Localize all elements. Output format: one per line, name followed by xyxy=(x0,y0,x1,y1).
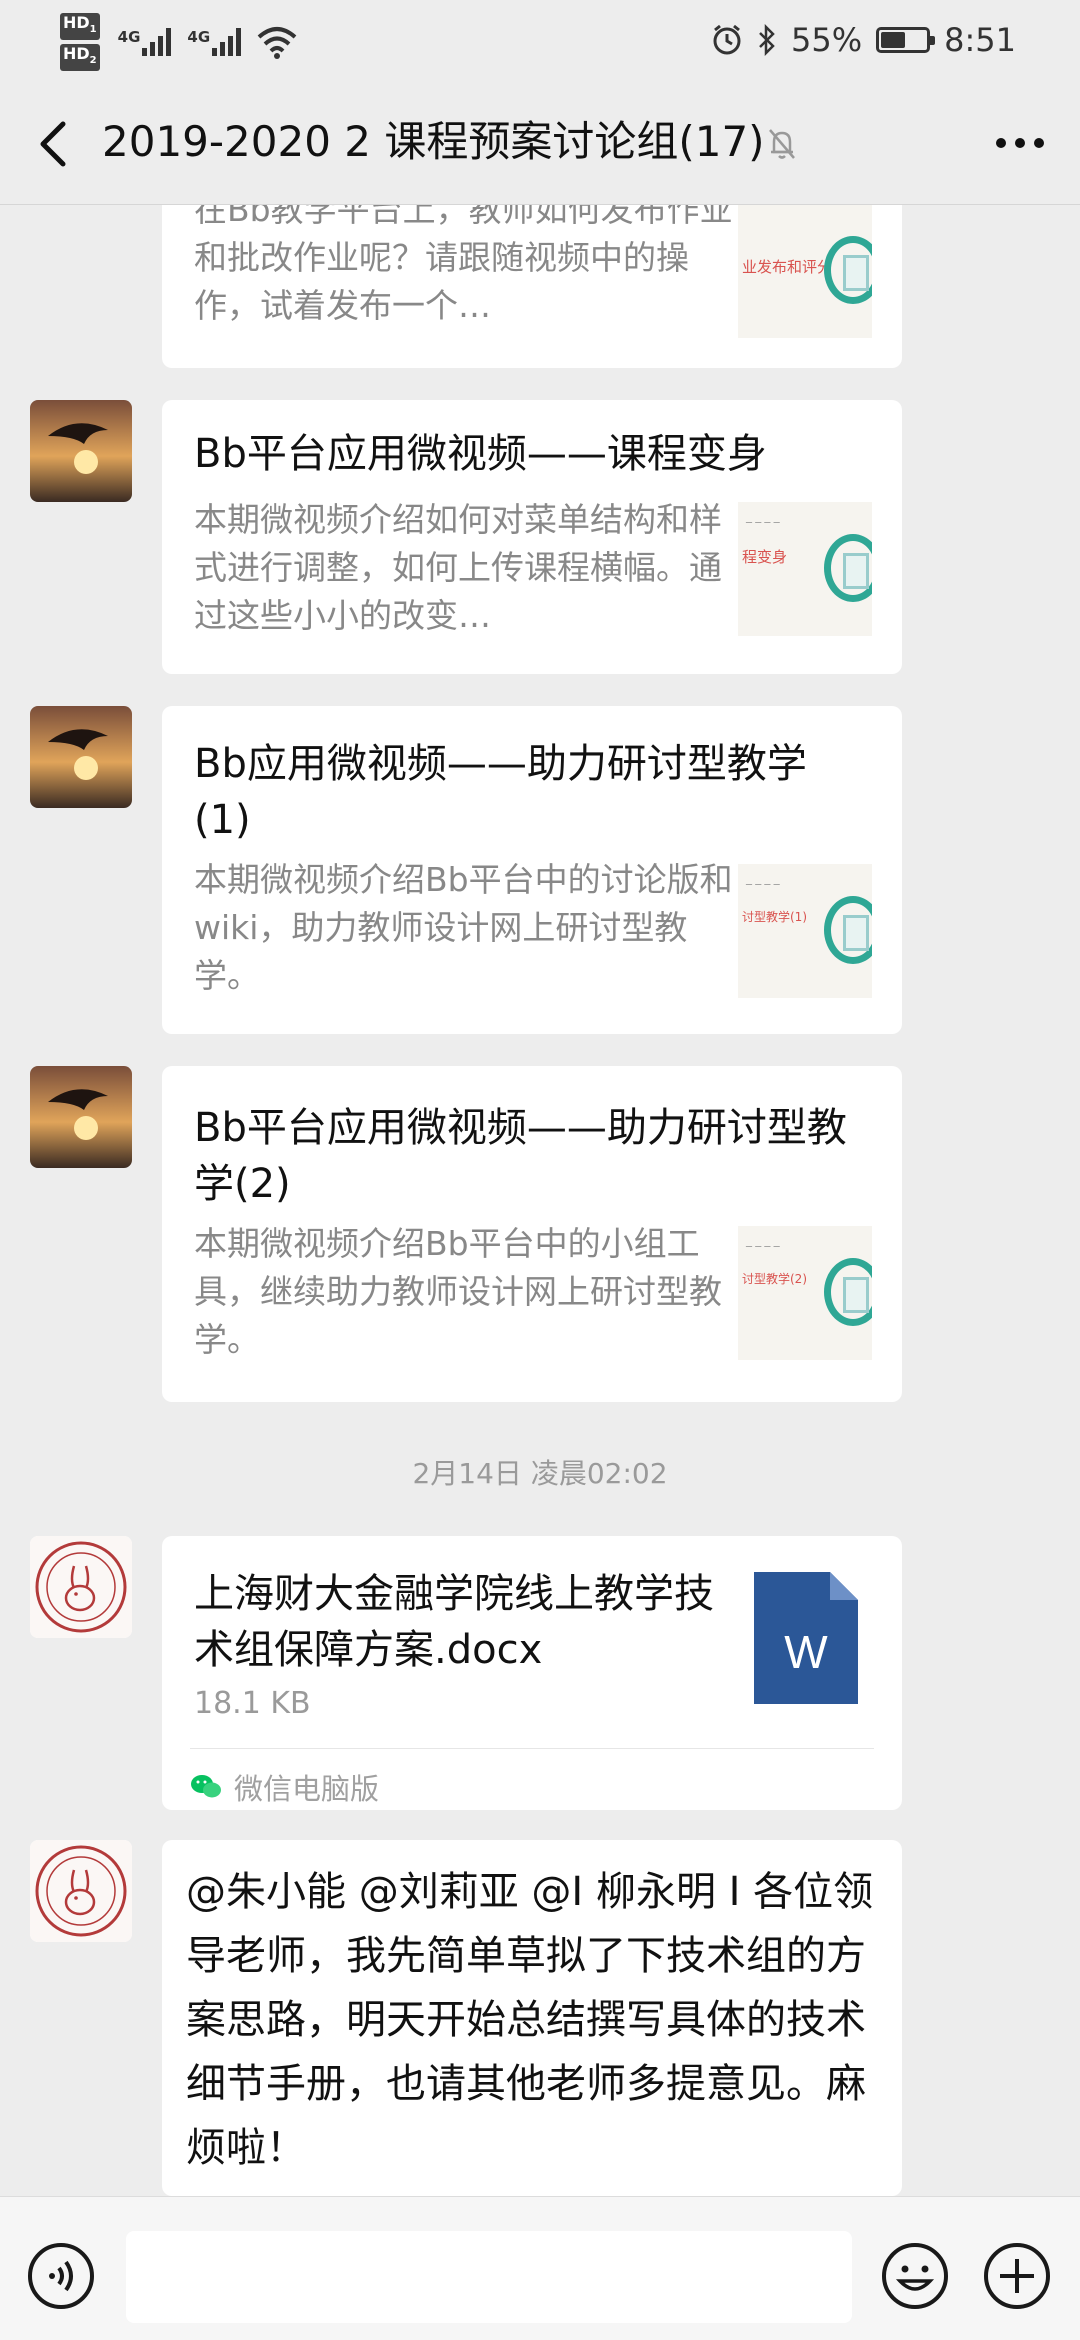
message-text: @朱小能 @刘莉亚 @I 柳永明 I 各位领导老师，我先简单草拟了下技术组的方案… xyxy=(186,1869,874,2171)
link-card-message[interactable]: Bb平台应用微视频——助力研讨型教学(2) 本期微视频介绍Bb平台中的小组工具，… xyxy=(162,1066,902,1402)
battery-icon xyxy=(876,27,936,53)
link-card-title: Bb应用微视频——助力研讨型教学(1) xyxy=(194,741,807,843)
avatar[interactable] xyxy=(30,400,132,502)
link-card-thumbnail: 业发布和评分 xyxy=(738,204,872,338)
wechat-icon xyxy=(191,1775,221,1798)
more-button[interactable] xyxy=(990,118,1050,168)
avatar[interactable] xyxy=(30,1840,132,1942)
file-source: 微信电脑版 xyxy=(190,1762,379,1812)
bell-off-icon xyxy=(769,129,795,159)
alarm-icon xyxy=(713,24,741,55)
link-card-thumbnail: ─ ─ ─ ─ 讨型教学(2) xyxy=(738,1226,872,1360)
link-card-description: 本期微视频介绍Bb平台中的小组工具，继续助力教师设计网上研讨型教学。 xyxy=(194,1224,722,1359)
file-message[interactable]: 上海财大金融学院线上教学技术组保障方案.docx 18.1 KB W 微信电脑版 xyxy=(162,1536,902,1810)
divider xyxy=(190,1748,874,1749)
link-card-description: 本期微视频介绍如何对菜单结构和样式进行调整，如何上传课程横幅。通过这些小小的改变… xyxy=(194,500,722,635)
voice-icon[interactable] xyxy=(26,2241,96,2311)
hd-badge-1: HD1 xyxy=(60,12,100,40)
link-card-thumbnail: ─ ─ ─ ─ 程变身 xyxy=(738,502,872,636)
word-file-icon: W xyxy=(754,1572,858,1704)
avatar[interactable] xyxy=(30,1066,132,1168)
word-icon-letter: W xyxy=(784,1626,828,1678)
chat-title: 2019-2020 2 课程预案讨论组(17) xyxy=(102,117,765,166)
link-card-thumbnail: ─ ─ ─ ─ 讨型教学(1) xyxy=(738,864,872,998)
chat-header: 2019-2020 2 课程预案讨论组(17) xyxy=(0,80,1080,205)
emoji-icon[interactable] xyxy=(880,2241,950,2311)
file-size: 18.1 KB xyxy=(194,1686,311,1721)
bluetooth-icon xyxy=(759,24,775,56)
battery-percent: 55% xyxy=(791,21,863,59)
clock: 8:51 xyxy=(944,21,1016,59)
avatar[interactable] xyxy=(30,706,132,808)
more-dots-icon xyxy=(996,138,1044,148)
file-source-label: 微信电脑版 xyxy=(234,1772,380,1806)
hd-badge-2: HD2 xyxy=(60,44,100,72)
message-input[interactable] xyxy=(126,2231,852,2323)
wifi-icon xyxy=(257,27,297,59)
message-timestamp: 2月14日 凌晨02:02 xyxy=(412,1457,668,1490)
link-card-message[interactable]: Bb平台应用微视频——课程变身 本期微视频介绍如何对菜单结构和样式进行调整，如何… xyxy=(162,400,902,674)
avatar[interactable] xyxy=(30,1536,132,1638)
file-name: 上海财大金融学院线上教学技术组保障方案.docx xyxy=(194,1571,714,1673)
signal-icon-1: 4G xyxy=(118,28,172,56)
link-card-description: 在Bb教学平台上，教师如何发布作业和批改作业呢？请跟随视频中的操作，试着发布一个… xyxy=(194,190,733,325)
status-bar: HD1 HD2 4G 4G 55% 8:51 xyxy=(0,0,1080,80)
link-card-title: Bb平台应用微视频——助力研讨型教学(2) xyxy=(194,1105,847,1207)
back-button[interactable] xyxy=(28,116,76,172)
link-card-title: Bb平台应用微视频——课程变身 xyxy=(194,431,767,477)
signal-icon-2: 4G xyxy=(187,28,242,56)
text-message[interactable]: @朱小能 @刘莉亚 @I 柳永明 I 各位领导老师，我先简单草拟了下技术组的方案… xyxy=(162,1840,902,2196)
chevron-left-icon xyxy=(40,121,66,167)
input-bar xyxy=(0,2196,1080,2340)
plus-circle-icon[interactable] xyxy=(982,2241,1052,2311)
link-card-message[interactable]: Bb应用微视频——助力研讨型教学(1) 本期微视频介绍Bb平台中的讨论版和wik… xyxy=(162,706,902,1034)
link-card-description: 本期微视频介绍Bb平台中的讨论版和wiki，助力教师设计网上研讨型教学。 xyxy=(194,860,733,995)
